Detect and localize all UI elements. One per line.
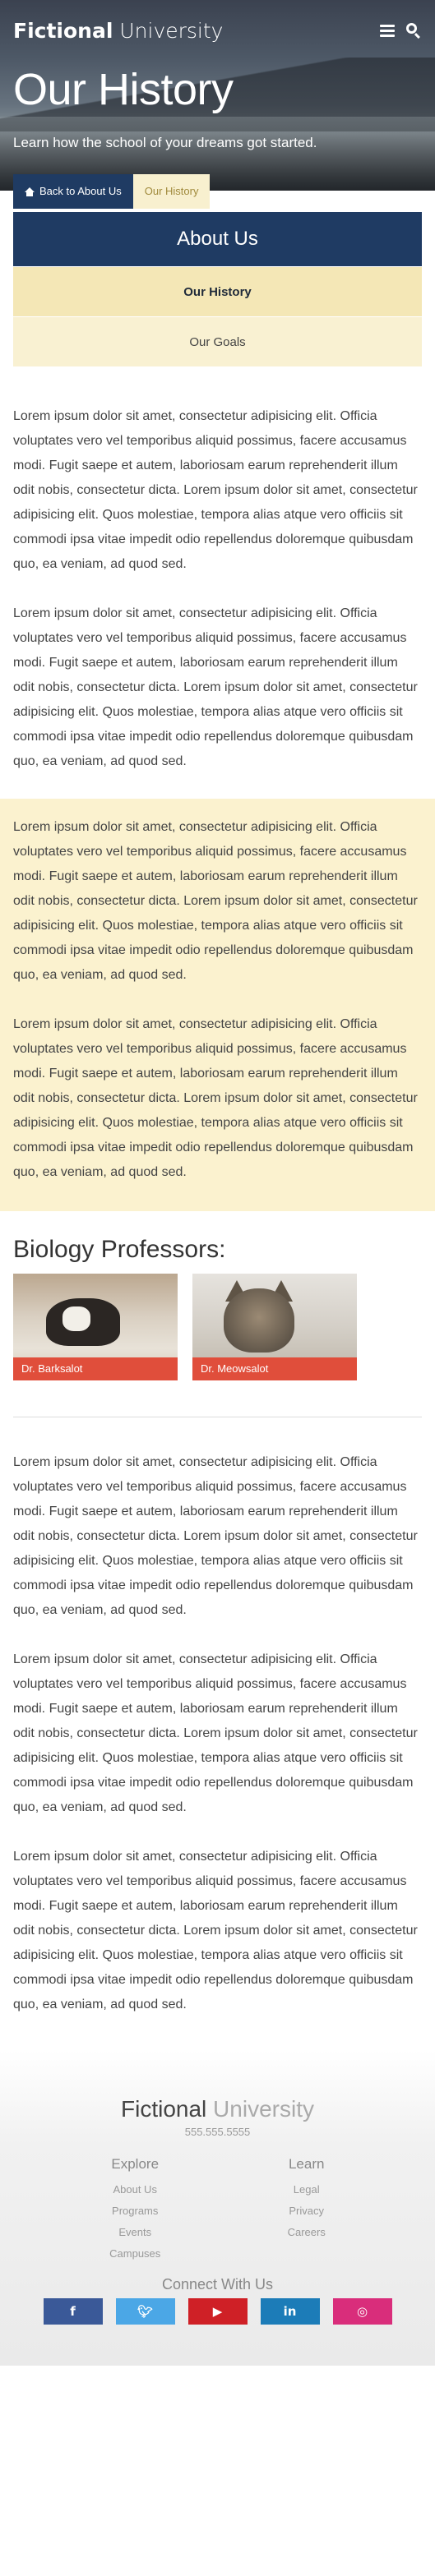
header-icons [380, 22, 422, 39]
professor-name: Dr. Barksalot [13, 1357, 178, 1380]
page-links-title[interactable]: About Us [13, 212, 422, 266]
footer-link-programs[interactable]: Programs [109, 2200, 160, 2222]
professor-card-meowsalot[interactable]: Dr. Meowsalot [192, 1274, 357, 1380]
footer-link-legal[interactable]: Legal [288, 2179, 326, 2200]
footer-link-events[interactable]: Events [109, 2222, 160, 2243]
footer-phone[interactable]: 555.555.5555 [13, 2126, 422, 2138]
breadcrumb: Back to About Us Our History [13, 174, 211, 209]
home-icon [25, 187, 35, 196]
linkedin-icon[interactable]: in [260, 2298, 320, 2325]
paragraph: Lorem ipsum dolor sit amet, consectetur … [13, 1455, 418, 1617]
page-link-our-history[interactable]: Our History [13, 266, 422, 316]
page-title: Our History [13, 65, 234, 114]
professor-name: Dr. Meowsalot [192, 1357, 357, 1380]
paragraph: Lorem ipsum dolor sit amet, consectetur … [13, 820, 418, 982]
professors-heading: Biology Professors: [13, 1236, 226, 1263]
footer-logo[interactable]: Fictional University [13, 2096, 422, 2122]
menu-icon[interactable] [380, 24, 395, 37]
site-footer: Fictional University 555.555.5555 Explor… [0, 2050, 435, 2366]
paragraph: Lorem ipsum dolor sit amet, consectetur … [13, 606, 418, 768]
footer-connect-heading: Connect With Us [161, 2276, 274, 2293]
footer-link-campuses[interactable]: Campuses [109, 2243, 160, 2265]
related-professors: Biology Professors: Dr. Barksalot Dr. Me… [0, 1211, 435, 1380]
breadcrumb-current: Our History [132, 174, 211, 209]
youtube-icon[interactable]: ▶ [187, 2298, 248, 2325]
footer-link-privacy[interactable]: Privacy [288, 2200, 326, 2222]
content-section: Lorem ipsum dolor sit amet, consectetur … [0, 1417, 435, 2017]
footer-learn: Learn Legal Privacy Careers [288, 2156, 326, 2265]
search-icon[interactable] [406, 22, 422, 39]
footer-explore: Explore About Us Programs Events Campuse… [109, 2156, 160, 2265]
content-section: Lorem ipsum dolor sit amet, consectetur … [0, 366, 435, 774]
page-link-our-goals[interactable]: Our Goals [13, 316, 422, 366]
highlight-section: Lorem ipsum dolor sit amet, consectetur … [0, 799, 435, 1211]
paragraph: Lorem ipsum dolor sit amet, consectetur … [13, 1652, 418, 1814]
twitter-icon[interactable]: 🐦︎ [115, 2298, 175, 2325]
site-logo[interactable]: Fictional University [13, 19, 223, 43]
page-links: About Us Our History Our Goals [13, 212, 422, 366]
paragraph: Lorem ipsum dolor sit amet, consectetur … [13, 409, 418, 571]
paragraph: Lorem ipsum dolor sit amet, consectetur … [13, 1850, 418, 2011]
footer-learn-heading: Learn [288, 2156, 325, 2172]
instagram-icon[interactable]: ◎ [332, 2298, 392, 2325]
footer-link-careers[interactable]: Careers [288, 2222, 326, 2243]
page-subtitle: Learn how the school of your dreams got … [13, 135, 317, 150]
footer-columns: Explore About Us Programs Events Campuse… [46, 2156, 389, 2265]
professor-card-barksalot[interactable]: Dr. Barksalot [13, 1274, 178, 1380]
site-header: Fictional University [13, 18, 422, 43]
social-icons: f 🐦︎ ▶ in ◎ [13, 2298, 422, 2325]
page-banner: Fictional University Our History Learn h… [0, 0, 435, 191]
professor-cards: Dr. Barksalot Dr. Meowsalot [13, 1274, 422, 1380]
footer-link-about[interactable]: About Us [109, 2179, 160, 2200]
footer-explore-heading: Explore [111, 2156, 160, 2172]
paragraph: Lorem ipsum dolor sit amet, consectetur … [13, 1017, 418, 1179]
back-to-about-button[interactable]: Back to About Us [13, 174, 133, 209]
facebook-icon[interactable]: f [43, 2298, 103, 2325]
